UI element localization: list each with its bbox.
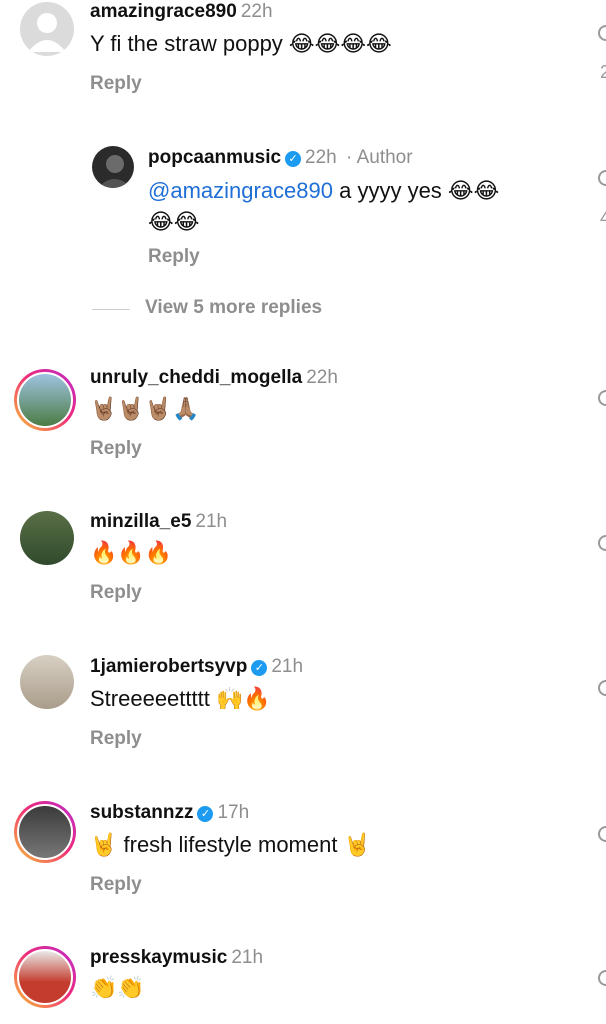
story-avatar[interactable] <box>14 369 76 431</box>
timestamp: 22h <box>306 367 338 388</box>
reply-button[interactable]: Reply <box>90 73 142 95</box>
verified-badge-icon: ✓ <box>251 660 268 676</box>
timestamp: 21h <box>195 511 228 532</box>
verified-badge-icon: ✓ <box>197 806 214 822</box>
heart-icon[interactable] <box>598 535 606 551</box>
heart-icon[interactable] <box>598 390 606 406</box>
comment-text: @amazingrace890 a yyyy yes 😂😂 😂😂 <box>148 175 499 237</box>
comment-text: 👏👏 <box>90 975 145 1000</box>
reply-button[interactable]: Reply <box>90 728 142 750</box>
comment-header: popcaanmusic ✓ 22h · Author <box>148 146 413 170</box>
story-avatar[interactable] <box>14 946 76 1008</box>
timestamp: 21h <box>231 947 264 968</box>
username[interactable]: 1jamierobertsyvp <box>90 656 247 677</box>
comment-header: 1jamierobertsyvp ✓ 21h <box>90 655 303 679</box>
heart-icon[interactable] <box>598 170 606 186</box>
view-more-replies-button[interactable]: View 5 more replies <box>145 297 322 319</box>
verified-badge-icon: ✓ <box>285 151 302 167</box>
timestamp: 22h <box>240 1 273 22</box>
heart-icon[interactable] <box>598 970 606 986</box>
heart-icon[interactable] <box>598 826 606 842</box>
divider <box>92 309 130 310</box>
username[interactable]: minzilla_e5 <box>90 511 191 532</box>
username[interactable]: substannzz <box>90 802 193 823</box>
comment-text-line1: a yyyy yes 😂😂 <box>333 178 500 203</box>
username[interactable]: amazingrace890 <box>90 1 237 22</box>
comment-text: Y fi the straw poppy 😂😂😂😂 <box>90 31 392 56</box>
comment-header: substannzz ✓ 17h <box>90 801 249 825</box>
heart-icon[interactable] <box>598 680 606 696</box>
timestamp: 22h <box>305 147 337 168</box>
username[interactable]: unruly_cheddi_mogella <box>90 367 302 388</box>
heart-icon[interactable] <box>598 25 606 41</box>
comment-text: 🤘 fresh lifestyle moment 🤘 <box>90 832 371 857</box>
comment-text: 🤘🏽🤘🏽🤘🏽🙏🏽 <box>90 396 200 421</box>
reply-button[interactable]: Reply <box>148 246 200 268</box>
timestamp: 17h <box>217 802 250 823</box>
username[interactable]: presskaymusic <box>90 947 227 968</box>
avatar[interactable] <box>20 511 74 565</box>
avatar-default-icon[interactable] <box>20 2 74 56</box>
comment-text-line2: 😂😂 <box>148 209 200 234</box>
reply-button[interactable]: Reply <box>90 874 142 896</box>
reply-button[interactable]: Reply <box>90 582 142 604</box>
comment-text: 🔥🔥🔥 <box>90 540 173 565</box>
comment-header: presskaymusic 21h <box>90 946 263 970</box>
comment-header: minzilla_e5 21h <box>90 510 227 534</box>
like-count: 4 <box>600 208 606 228</box>
comment-header: unruly_cheddi_mogella 22h <box>90 366 338 390</box>
reply-button[interactable]: Reply <box>90 438 142 460</box>
comment-text: Streeeeettttt 🙌🔥 <box>90 686 271 711</box>
avatar[interactable] <box>92 146 134 188</box>
timestamp: 21h <box>271 656 304 677</box>
comment-header: amazingrace890 22h <box>90 0 273 24</box>
mention-link[interactable]: @amazingrace890 <box>148 178 333 203</box>
author-tag: · Author <box>346 147 413 168</box>
avatar[interactable] <box>20 655 74 709</box>
username[interactable]: popcaanmusic <box>148 147 281 168</box>
story-avatar[interactable] <box>14 801 76 863</box>
like-count: 2 <box>600 62 606 82</box>
